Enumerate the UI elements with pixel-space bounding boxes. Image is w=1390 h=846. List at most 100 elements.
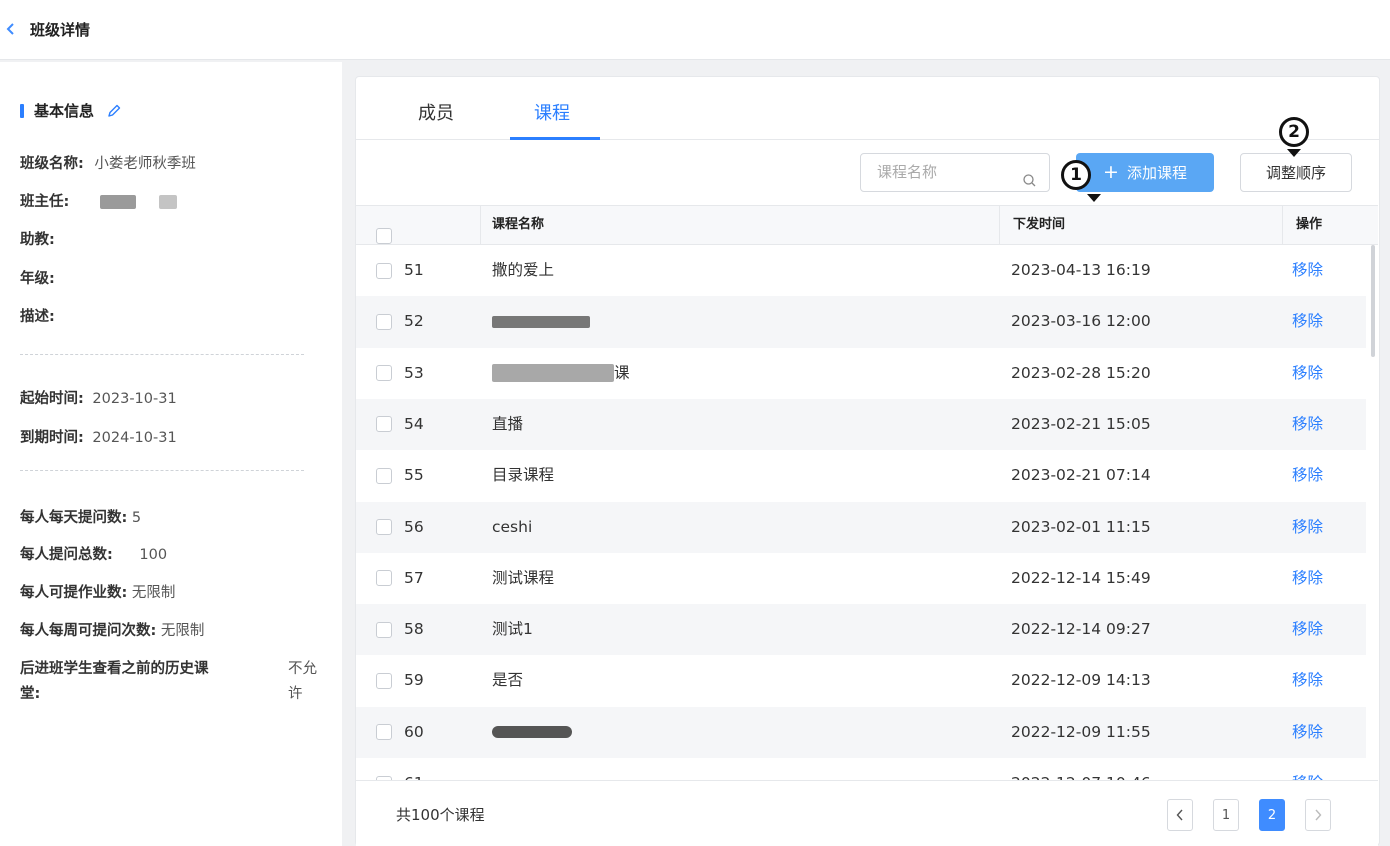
- row-checkbox[interactable]: [376, 399, 392, 450]
- table-row: 52 2023-03-16 12:00 移除: [356, 296, 1366, 348]
- row-number: 51: [404, 261, 424, 279]
- row-number: 54: [404, 414, 424, 433]
- section-title-text: 基本信息: [34, 102, 95, 120]
- field-grade: 年级:: [20, 271, 55, 287]
- select-all-checkbox[interactable]: [376, 217, 392, 244]
- remove-link[interactable]: 移除: [1292, 707, 1323, 758]
- issue-time: 2023-02-28 15:20: [1011, 363, 1151, 382]
- course-name: 是否: [492, 671, 524, 690]
- table-row: 55 目录课程 2023-02-21 07:14 移除: [356, 450, 1366, 501]
- field-description: 描述:: [20, 309, 55, 325]
- course-name: 目录课程: [492, 466, 555, 485]
- remove-link[interactable]: 移除: [1292, 758, 1323, 780]
- page-2-button[interactable]: 2: [1259, 799, 1285, 831]
- remove-link[interactable]: 移除: [1292, 553, 1323, 604]
- total-count: 共100个课程: [396, 806, 485, 824]
- issue-time: 2022-12-09 11:55: [1011, 722, 1151, 741]
- row-number: 57: [404, 568, 424, 587]
- issue-time: 2022-12-14 09:27: [1011, 620, 1151, 639]
- plus-icon: +: [1103, 161, 1119, 183]
- field-homework-limit: 每人可提作业数: 无限制: [20, 585, 176, 601]
- annotation-marker-2: 2: [1279, 117, 1309, 147]
- issue-time: 2023-04-13 16:19: [1011, 261, 1151, 279]
- search-icon[interactable]: [1022, 165, 1037, 202]
- field-end-time: 到期时间: 2024-10-31: [20, 430, 177, 446]
- row-checkbox[interactable]: [376, 604, 392, 655]
- row-number: 52: [404, 312, 424, 331]
- table-footer: 共100个课程 1 2: [356, 780, 1378, 846]
- field-daily-questions: 每人每天提问数: 5: [20, 510, 142, 526]
- table-header: 课程名称 下发时间 操作: [356, 205, 1378, 245]
- column-header-action: 操作: [1296, 217, 1323, 232]
- issue-time: 2022-12-07 10:46: [1011, 758, 1151, 780]
- issue-time: 2022-12-14 15:49: [1011, 568, 1151, 587]
- annotation-marker-1: 1: [1061, 160, 1091, 190]
- page-title: 班级详情: [30, 21, 91, 39]
- course-name: 撒的爱上: [492, 261, 555, 279]
- row-number: 60: [404, 722, 424, 741]
- remove-link[interactable]: 移除: [1292, 655, 1323, 706]
- table-row: 61 2022-12-07 10:46 移除: [356, 758, 1366, 780]
- remove-link[interactable]: 移除: [1292, 245, 1323, 296]
- course-name-redacted: [492, 296, 590, 347]
- column-header-name: 课程名称: [492, 217, 545, 232]
- table-row: 54 直播 2023-02-21 15:05 移除: [356, 398, 1366, 451]
- remove-link[interactable]: 移除: [1292, 399, 1323, 450]
- row-checkbox[interactable]: [376, 450, 392, 501]
- remove-link[interactable]: 移除: [1292, 296, 1323, 347]
- course-name-redacted: [492, 707, 572, 758]
- course-name: 测试1: [492, 620, 533, 639]
- row-checkbox[interactable]: [376, 707, 392, 758]
- course-panel: 成员 课程 课程名称 + 添加课程 调整顺序 1 2 课程名称 下发时间 操作 …: [355, 76, 1380, 846]
- table-row: 58 测试1 2022-12-14 09:27 移除: [356, 604, 1366, 656]
- course-name: 直播: [492, 414, 524, 433]
- remove-link[interactable]: 移除: [1292, 502, 1323, 553]
- course-table-body: 51 撒的爱上 2023-04-13 16:19 移除 52 2023-03-1…: [356, 245, 1378, 780]
- row-number: 53: [404, 363, 424, 382]
- field-total-questions: 每人提问总数: 100: [20, 547, 168, 563]
- column-divider: [999, 206, 1000, 244]
- row-number: 55: [404, 466, 424, 485]
- add-course-button[interactable]: + 添加课程: [1076, 153, 1214, 192]
- row-checkbox[interactable]: [376, 502, 392, 553]
- row-checkbox[interactable]: [376, 553, 392, 604]
- section-title: 基本信息: [20, 100, 122, 121]
- column-divider: [480, 206, 481, 244]
- row-checkbox[interactable]: [376, 348, 392, 399]
- issue-time: 2023-03-16 12:00: [1011, 312, 1151, 331]
- row-checkbox[interactable]: [376, 655, 392, 706]
- search-input[interactable]: 课程名称: [860, 153, 1050, 192]
- adjust-order-button[interactable]: 调整顺序: [1240, 153, 1352, 192]
- course-name: ceshi: [492, 517, 533, 536]
- table-row: 51 撒的爱上 2023-04-13 16:19 移除: [356, 245, 1366, 296]
- add-course-label: 添加课程: [1126, 164, 1187, 182]
- column-divider: [1282, 206, 1283, 244]
- column-header-time: 下发时间: [1013, 217, 1066, 232]
- divider: [20, 470, 304, 471]
- table-scrollbar[interactable]: [1371, 245, 1375, 357]
- course-name: 测试课程: [492, 568, 555, 587]
- redacted-value: [99, 195, 136, 209]
- table-row: 57 测试课程 2022-12-14 15:49 移除: [356, 553, 1366, 604]
- remove-link[interactable]: 移除: [1292, 450, 1323, 501]
- row-checkbox[interactable]: [376, 758, 392, 780]
- pencil-icon[interactable]: [106, 103, 122, 119]
- prev-page-button[interactable]: [1167, 799, 1193, 831]
- next-page-button[interactable]: [1305, 799, 1331, 831]
- row-number: 56: [404, 517, 424, 536]
- table-row: 59 是否 2022-12-09 14:13 移除: [356, 655, 1366, 706]
- row-number: 61: [404, 758, 424, 780]
- chevron-left-icon[interactable]: [6, 20, 22, 39]
- row-checkbox[interactable]: [376, 245, 392, 296]
- table-row: 56 ceshi 2023-02-01 11:15 移除: [356, 501, 1366, 553]
- issue-time: 2023-02-21 15:05: [1011, 414, 1151, 433]
- remove-link[interactable]: 移除: [1292, 604, 1323, 655]
- page-1-button[interactable]: 1: [1213, 799, 1239, 831]
- remove-link[interactable]: 移除: [1292, 348, 1323, 399]
- tab-courses[interactable]: 课程: [534, 99, 570, 125]
- tab-members[interactable]: 成员: [418, 99, 454, 125]
- row-checkbox[interactable]: [376, 296, 392, 347]
- redacted-value: [158, 195, 177, 209]
- active-tab-indicator: [510, 137, 600, 140]
- search-placeholder: 课程名称: [877, 163, 938, 181]
